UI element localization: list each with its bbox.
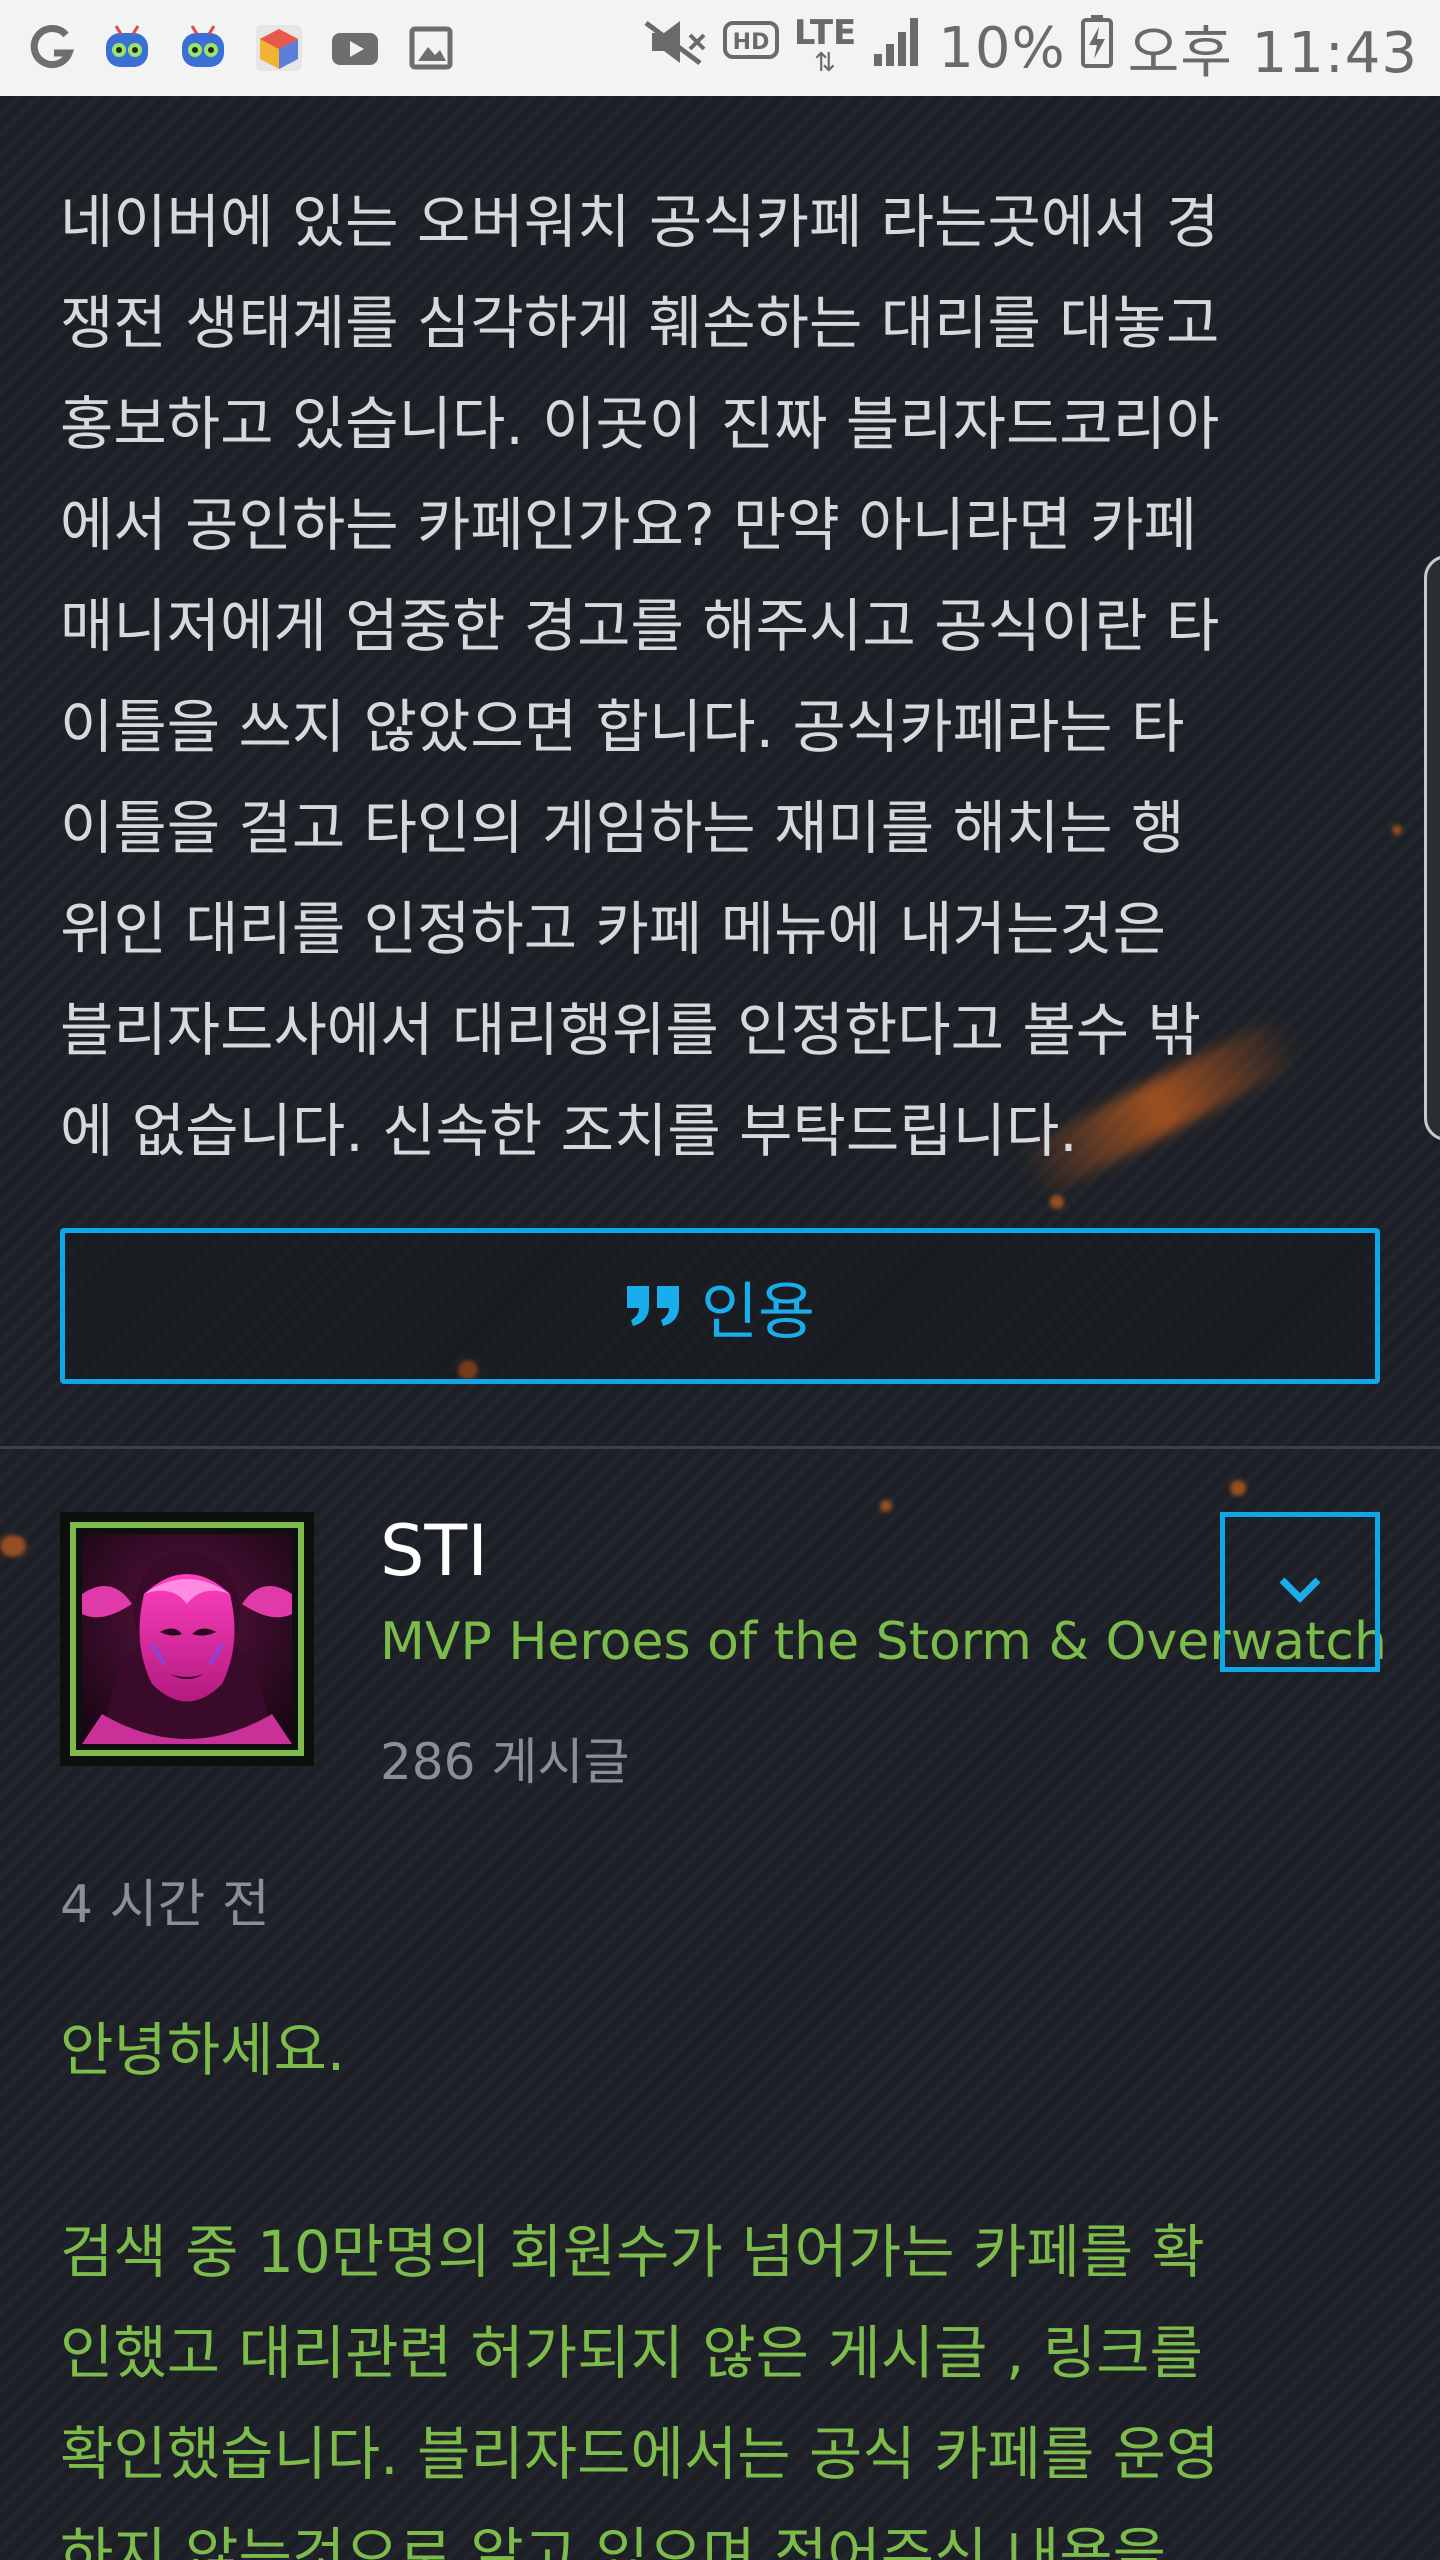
chevron-down-icon [1278, 1576, 1322, 1608]
quote-button[interactable]: 인용 [60, 1228, 1380, 1384]
reply-body-line: 하지 않는것으로 알고 있으며 적어주신 내용을 [60, 2521, 1167, 2560]
ember-decoration [1230, 1480, 1246, 1496]
reply-body: 안녕하세요. 검색 중 10만명의 회원수가 넘어가는 카페를 확인했고 대리관련… [60, 2000, 1380, 2560]
svg-text:HD: HD [732, 30, 769, 55]
reply-timestamp: 4 시간 전 [60, 1875, 270, 1935]
notification-icons [0, 21, 458, 75]
avatar[interactable] [60, 1512, 314, 1766]
reply-body-line: 검색 중 10만명의 회원수가 넘어가는 카페를 확 [60, 2218, 1205, 2286]
youtube-icon [328, 21, 382, 75]
reply-body-line: 확인했습니다. 블리자드에서는 공식 카페를 운영 [60, 2420, 1220, 2488]
post-body-line: 이틀을 쓰지 않았으면 합니다. 공식카페라는 타 [60, 693, 1185, 761]
reply-body-line: 인했고 대리관련 허가되지 않은 게시글 , 링크를 [60, 2319, 1203, 2387]
ember-decoration [1392, 825, 1402, 835]
bot-app-icon [100, 21, 154, 75]
post-body-line: 매니저에게 엄중한 경고를 해주시고 공식이란 타 [60, 592, 1220, 660]
gallery-cube-icon [252, 21, 306, 75]
g-app-icon [24, 21, 78, 75]
post-body-line: 위인 대리를 인정하고 카페 메뉴에 내거는것은 [60, 895, 1167, 963]
battery-percent: 10% [938, 15, 1066, 81]
forum-page: HD LTE ⇅ 10% 오후 11:43 네이버에 있는 오버워치 공식카페 … [0, 0, 1440, 2560]
lte-icon: LTE ⇅ [793, 13, 857, 78]
post-options-button[interactable] [1220, 1512, 1380, 1672]
post-body-line: 에서 공인하는 카페인가요? 만약 아니라면 카페 [60, 491, 1197, 559]
clock: 오후 11:43 [1127, 20, 1418, 86]
ember-decoration [880, 1500, 892, 1512]
image-icon [404, 21, 458, 75]
author-name[interactable]: STI [380, 1510, 488, 1592]
signal-icon [870, 14, 924, 82]
battery-charging-icon [1080, 13, 1114, 83]
post-body-line: 에 없습니다. 신속한 조치를 부탁드립니다. [60, 1097, 1078, 1165]
quote-button-label: 인용 [700, 1275, 816, 1348]
status-bar: HD LTE ⇅ 10% 오후 11:43 [0, 0, 1440, 96]
ember-decoration [0, 1535, 26, 1557]
post-body-line: 블리자드사에서 대리행위를 인정한다고 볼수 밖 [60, 996, 1201, 1064]
system-status: HD LTE ⇅ 10% 오후 11:43 [638, 8, 1440, 89]
edge-panel-handle[interactable] [1424, 555, 1440, 1141]
post-body: 네이버에 있는 오버워치 공식카페 라는곳에서 경쟁전 생태계를 심각하게 훼손… [60, 172, 1380, 1182]
post-body-line: 네이버에 있는 오버워치 공식카페 라는곳에서 경 [60, 188, 1220, 256]
mute-icon [638, 16, 708, 81]
hd-icon: HD [722, 16, 780, 81]
quote-icon [625, 1270, 683, 1343]
avatar-image [82, 1534, 292, 1744]
post-divider [0, 1446, 1440, 1449]
ember-decoration [1050, 1195, 1064, 1209]
reply-greeting: 안녕하세요. [60, 2016, 346, 2084]
bot-app-icon-2 [176, 21, 230, 75]
post-body-line: 이틀을 걸고 타인의 게임하는 재미를 해치는 행 [60, 794, 1185, 862]
author-post-count: 286 게시글 [380, 1733, 630, 1791]
post-body-line: 홍보하고 있습니다. 이곳이 진짜 블리자드코리아 [60, 390, 1220, 458]
post-body-line: 쟁전 생태계를 심각하게 훼손하는 대리를 대놓고 [60, 289, 1220, 357]
